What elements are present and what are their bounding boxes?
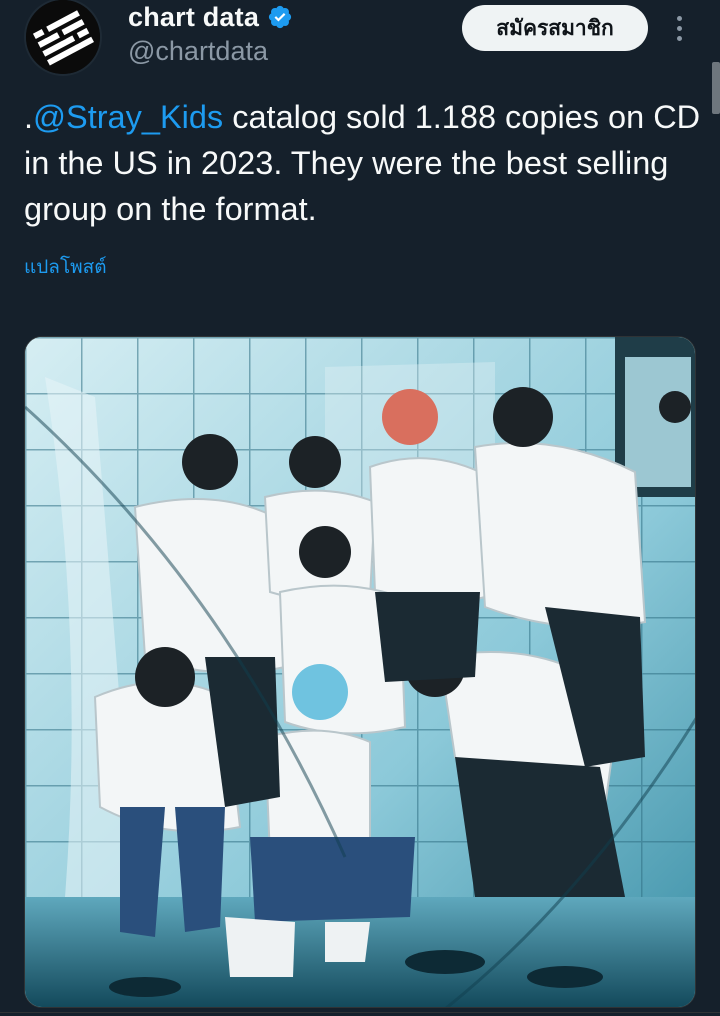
translate-post-link[interactable]: แปลโพสต์ <box>24 252 107 282</box>
author-display-name[interactable]: chart data <box>128 2 259 33</box>
subscribe-button[interactable]: สมัครสมาชิก <box>462 5 648 51</box>
author-handle[interactable]: @chartdata <box>128 36 268 67</box>
more-dot <box>676 35 682 41</box>
verified-badge-icon <box>268 5 292 29</box>
post-media-image[interactable] <box>24 336 696 1008</box>
more-options-icon[interactable] <box>664 10 694 46</box>
group-photo-illustration <box>25 337 695 1007</box>
author-avatar[interactable] <box>24 0 102 76</box>
more-dot <box>676 25 682 31</box>
post-text-prefix: . <box>24 99 34 135</box>
post-text: .@Stray_Kids catalog sold 1.188 copies o… <box>24 94 704 232</box>
scrollbar-thumb[interactable] <box>712 62 720 114</box>
more-dot <box>676 15 682 21</box>
chart-data-logo-icon <box>26 0 100 74</box>
author-name-row: chart data <box>128 0 293 34</box>
post-view: chart data @chartdata สมัครสมาชิก .@Stra… <box>0 0 720 1016</box>
bottom-divider <box>0 1012 720 1013</box>
mention-link[interactable]: @Stray_Kids <box>33 99 223 135</box>
